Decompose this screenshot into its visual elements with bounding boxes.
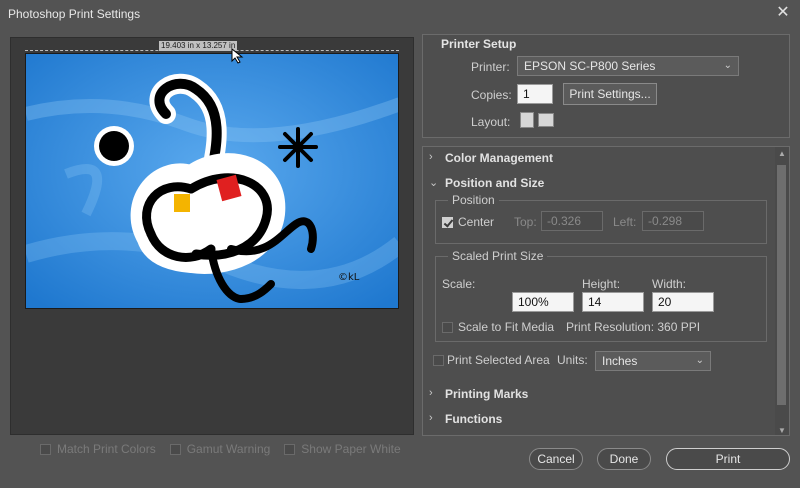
preview-image[interactable]: ©kL bbox=[25, 53, 399, 309]
print-selected-area-label: Print Selected Area bbox=[447, 353, 550, 367]
show-paper-white-label: Show Paper White bbox=[301, 442, 401, 456]
printing-marks-section[interactable]: › Printing Marks bbox=[423, 383, 775, 407]
height-label: Height: bbox=[582, 277, 621, 291]
done-button[interactable]: Done bbox=[597, 448, 651, 470]
match-print-colors-checkbox[interactable] bbox=[40, 443, 51, 455]
portrait-layout-icon[interactable] bbox=[520, 112, 534, 128]
vertical-scrollbar[interactable]: ▲ ▼ bbox=[775, 147, 789, 435]
chevron-right-icon: › bbox=[429, 151, 433, 163]
scale-to-fit-checkbox[interactable] bbox=[442, 322, 453, 333]
printer-select[interactable]: EPSON SC-P800 Series ⌄ bbox=[517, 56, 739, 76]
print-resolution: Print Resolution: 360 PPI bbox=[566, 320, 701, 334]
mouse-cursor-icon bbox=[231, 48, 244, 64]
chevron-down-icon: ⌄ bbox=[429, 177, 439, 189]
print-selected-area-checkbox[interactable] bbox=[433, 355, 444, 366]
printer-label: Printer: bbox=[471, 60, 510, 74]
functions-section[interactable]: › Functions bbox=[423, 408, 775, 432]
gamut-warning-option[interactable]: Gamut Warning bbox=[169, 442, 271, 456]
title-bar: Photoshop Print Settings ✕ bbox=[0, 0, 800, 28]
top-label: Top: bbox=[514, 215, 537, 229]
print-preview: 19.403 in x 13.257 in ©kL bbox=[10, 37, 414, 435]
position-and-size-heading: Position and Size bbox=[445, 176, 545, 190]
match-print-colors-label: Match Print Colors bbox=[57, 442, 156, 456]
units-value: Inches bbox=[602, 354, 638, 368]
preview-options: Match Print Colors Gamut Warning Show Pa… bbox=[40, 442, 401, 456]
scale-label: Scale: bbox=[442, 277, 476, 291]
scale-input[interactable]: 100% bbox=[512, 292, 574, 312]
scroll-up-icon[interactable]: ▲ bbox=[778, 149, 786, 158]
scale-to-fit-label: Scale to Fit Media bbox=[458, 320, 555, 334]
scroll-down-icon[interactable]: ▼ bbox=[778, 426, 786, 435]
copies-input[interactable]: 1 bbox=[517, 84, 553, 104]
scaled-print-size-title: Scaled Print Size bbox=[448, 249, 548, 263]
window-title: Photoshop Print Settings bbox=[8, 7, 141, 21]
show-paper-white-checkbox[interactable] bbox=[284, 443, 296, 455]
chevron-down-icon: ⌄ bbox=[695, 355, 704, 366]
printer-setup-panel: Printer Setup Printer: EPSON SC-P800 Ser… bbox=[422, 34, 790, 138]
functions-heading: Functions bbox=[445, 412, 503, 426]
center-label: Center bbox=[458, 215, 495, 229]
color-management-section[interactable]: › Color Management bbox=[423, 147, 775, 171]
width-input[interactable]: 20 bbox=[652, 292, 714, 312]
gamut-warning-checkbox[interactable] bbox=[169, 443, 181, 455]
color-management-heading: Color Management bbox=[445, 151, 554, 165]
printer-setup-heading: Printer Setup bbox=[441, 37, 517, 51]
chevron-right-icon: › bbox=[429, 387, 433, 399]
position-group: Position Center Top: -0.326 Left: -0.298 bbox=[435, 193, 767, 244]
print-button[interactable]: Print bbox=[666, 448, 790, 470]
top-input[interactable]: -0.326 bbox=[541, 211, 603, 231]
printer-value: EPSON SC-P800 Series bbox=[524, 59, 656, 73]
scrollbar-thumb[interactable] bbox=[777, 165, 786, 405]
artwork-signature: ©kL bbox=[338, 272, 360, 283]
cancel-button[interactable]: Cancel bbox=[529, 448, 583, 470]
width-label: Width: bbox=[652, 277, 687, 291]
show-paper-white-option[interactable]: Show Paper White bbox=[284, 442, 401, 456]
units-label: Units: bbox=[557, 353, 588, 367]
position-group-title: Position bbox=[448, 193, 499, 207]
chevron-down-icon: ⌄ bbox=[723, 60, 732, 71]
printing-marks-heading: Printing Marks bbox=[445, 387, 529, 401]
center-checkbox[interactable] bbox=[442, 217, 453, 228]
dimension-label: 19.403 in x 13.257 in bbox=[159, 41, 238, 51]
print-settings-button[interactable]: Print Settings... bbox=[563, 83, 657, 105]
copies-label: Copies: bbox=[471, 88, 512, 102]
chevron-right-icon: › bbox=[429, 412, 433, 424]
left-input[interactable]: -0.298 bbox=[642, 211, 704, 231]
units-select[interactable]: Inches ⌄ bbox=[595, 351, 711, 371]
settings-scroll-area[interactable]: › Color Management ⌄ Position and Size P… bbox=[422, 146, 790, 436]
landscape-layout-icon[interactable] bbox=[538, 113, 554, 127]
scaled-print-size-group: Scaled Print Size Scale: Height: Width: … bbox=[435, 249, 767, 342]
layout-label: Layout: bbox=[471, 115, 511, 129]
left-label: Left: bbox=[613, 215, 637, 229]
gamut-warning-label: Gamut Warning bbox=[186, 442, 271, 456]
close-icon[interactable]: ✕ bbox=[774, 4, 792, 22]
match-print-colors-option[interactable]: Match Print Colors bbox=[40, 442, 156, 456]
height-input[interactable]: 14 bbox=[582, 292, 644, 312]
